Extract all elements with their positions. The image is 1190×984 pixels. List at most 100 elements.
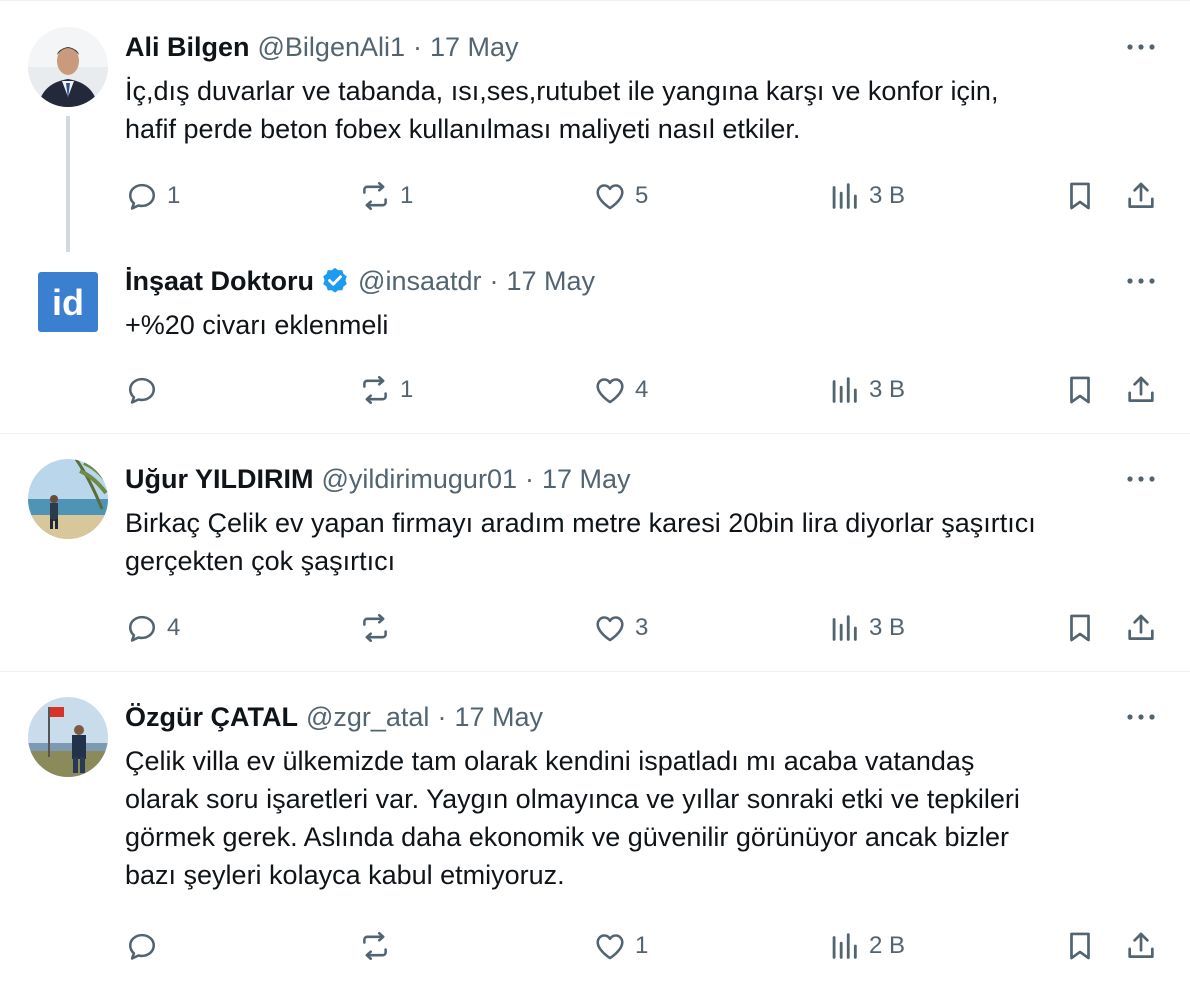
reply-button[interactable] bbox=[125, 370, 167, 410]
bookmark-icon bbox=[1070, 182, 1090, 210]
reply-button[interactable] bbox=[125, 926, 167, 966]
like-count: 3 bbox=[635, 614, 649, 641]
repost-icon bbox=[363, 181, 387, 211]
header-separator: · bbox=[489, 266, 499, 296]
header-separator: · bbox=[437, 702, 447, 732]
avatar-portrait-image bbox=[28, 27, 108, 107]
share-icon bbox=[1128, 182, 1154, 208]
tweet-text-line: bazı şeyleri kolayca kabul etmiyoruz. bbox=[125, 860, 565, 890]
repost-count: 1 bbox=[400, 182, 414, 209]
header-separator: · bbox=[413, 32, 423, 62]
views-icon bbox=[832, 183, 857, 209]
tweet-date[interactable]: 17 May bbox=[542, 462, 631, 496]
avatar-ali-bilgen[interactable] bbox=[28, 27, 108, 107]
like-icon bbox=[596, 184, 624, 210]
avatar-insaat-doktoru[interactable]: id bbox=[28, 262, 108, 342]
author-handle[interactable]: @zgr_atal bbox=[306, 700, 429, 734]
share-icon bbox=[1128, 614, 1154, 640]
tweet-header: İnşaat Doktoru @insaatdr · 17 May bbox=[125, 264, 595, 298]
reply-button[interactable]: 4 bbox=[125, 608, 180, 648]
author-name[interactable]: Uğur YILDIRIM bbox=[125, 462, 314, 496]
views-button[interactable]: 2 B bbox=[827, 926, 905, 966]
repost-icon bbox=[363, 375, 387, 405]
reply-icon bbox=[128, 615, 156, 642]
views-count: 3 B bbox=[869, 614, 906, 641]
like-button[interactable]: 1 bbox=[593, 926, 648, 966]
share-button[interactable] bbox=[1124, 926, 1158, 966]
reply-count: 1 bbox=[167, 182, 181, 209]
brand-logo-image: id bbox=[38, 272, 98, 332]
like-icon bbox=[596, 378, 624, 404]
like-button[interactable]: 4 bbox=[593, 370, 648, 410]
reply-icon bbox=[128, 183, 156, 210]
share-button[interactable] bbox=[1124, 608, 1158, 648]
more-icon[interactable] bbox=[1124, 707, 1158, 727]
author-name[interactable]: Özgür ÇATAL bbox=[125, 700, 298, 734]
author-handle[interactable]: @BilgenAli1 bbox=[258, 30, 406, 64]
tweet-actions: 1 4 3 B bbox=[0, 370, 1190, 410]
bookmark-icon bbox=[1070, 932, 1090, 960]
tweet-text-line: Çelik villa ev ülkemizde tam olarak kend… bbox=[125, 746, 975, 776]
tweet-text-line: görmek gerek. Aslında daha ekonomik ve g… bbox=[125, 822, 1009, 852]
tweet-header: Uğur YILDIRIM @yildirimugur01 · 17 May bbox=[125, 462, 631, 496]
bookmark-icon bbox=[1070, 614, 1090, 642]
like-count: 1 bbox=[635, 932, 649, 959]
tweet-date[interactable]: 17 May bbox=[454, 700, 543, 734]
author-handle[interactable]: @yildirimugur01 bbox=[322, 462, 517, 496]
avatar-ugur-yildirim[interactable] bbox=[28, 459, 108, 539]
header-separator: · bbox=[524, 464, 534, 494]
repost-button[interactable]: 1 bbox=[358, 176, 413, 216]
views-button[interactable]: 3 B bbox=[827, 370, 905, 410]
more-icon[interactable] bbox=[1124, 37, 1158, 57]
author-name[interactable]: Ali Bilgen bbox=[125, 30, 250, 64]
views-button[interactable]: 3 B bbox=[827, 176, 905, 216]
tweet-text-line: İç,dış duvarlar ve tabanda, ısı,ses,rutu… bbox=[125, 76, 999, 106]
tweet-text-line: gerçekten çok şaşırtıcı bbox=[125, 546, 396, 576]
tweet-actions: 1 1 5 3 B bbox=[0, 176, 1190, 216]
views-button[interactable]: 3 B bbox=[827, 608, 905, 648]
bookmark-button[interactable] bbox=[1063, 176, 1097, 216]
avatar-ozgur-catal[interactable] bbox=[28, 697, 108, 777]
views-count: 3 B bbox=[869, 182, 906, 209]
reply-icon bbox=[128, 933, 156, 960]
tweet-text-line: hafif perde beton fobex kullanılması mal… bbox=[125, 114, 801, 144]
repost-button[interactable] bbox=[358, 926, 400, 966]
like-icon bbox=[596, 934, 624, 960]
bookmark-button[interactable] bbox=[1063, 926, 1097, 966]
avatar-logo-text: id bbox=[52, 282, 84, 323]
tweet-text: Birkaç Çelik ev yapan firmayı aradım met… bbox=[125, 504, 1170, 580]
tweet-date[interactable]: 17 May bbox=[430, 30, 519, 64]
author-handle[interactable]: @insaatdr bbox=[358, 264, 481, 298]
bookmark-button[interactable] bbox=[1063, 370, 1097, 410]
like-button[interactable]: 5 bbox=[593, 176, 648, 216]
more-icon[interactable] bbox=[1124, 271, 1158, 291]
repost-icon bbox=[363, 931, 387, 961]
more-icon[interactable] bbox=[1124, 469, 1158, 489]
views-count: 3 B bbox=[869, 376, 906, 403]
tweet-date[interactable]: 17 May bbox=[507, 264, 596, 298]
avatar-photo-image bbox=[28, 459, 108, 539]
tweet-text-line: olarak soru işaretleri var. Yaygın olmay… bbox=[125, 784, 1020, 814]
tweet-text-line: +%20 civarı eklenmeli bbox=[125, 310, 389, 340]
like-button[interactable]: 3 bbox=[593, 608, 648, 648]
reply-button[interactable]: 1 bbox=[125, 176, 180, 216]
tweet-header: Özgür ÇATAL @zgr_atal · 17 May bbox=[125, 700, 543, 734]
reply-icon bbox=[128, 377, 156, 404]
views-icon bbox=[832, 377, 857, 403]
share-icon bbox=[1128, 932, 1154, 958]
tweet-text-line: Birkaç Çelik ev yapan firmayı aradım met… bbox=[125, 508, 1036, 538]
bookmark-button[interactable] bbox=[1063, 608, 1097, 648]
repost-button[interactable]: 1 bbox=[358, 370, 413, 410]
tweet-text: Çelik villa ev ülkemizde tam olarak kend… bbox=[125, 742, 1170, 894]
tweet-actions: 4 3 3 B bbox=[0, 608, 1190, 648]
views-icon bbox=[832, 615, 857, 641]
author-name[interactable]: İnşaat Doktoru bbox=[125, 264, 314, 298]
tweet-text: İç,dış duvarlar ve tabanda, ısı,ses,rutu… bbox=[125, 72, 1170, 148]
share-button[interactable] bbox=[1124, 370, 1158, 410]
tweet-actions: 1 2 B bbox=[0, 926, 1190, 966]
verified-badge-icon bbox=[323, 267, 347, 293]
share-button[interactable] bbox=[1124, 176, 1158, 216]
repost-button[interactable] bbox=[358, 608, 400, 648]
top-divider bbox=[0, 0, 1190, 1]
like-icon bbox=[596, 616, 624, 642]
